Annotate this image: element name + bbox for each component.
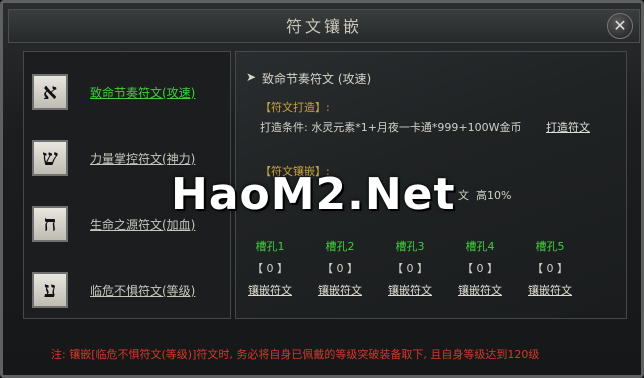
selected-rune-title: 致命节奏符文 (攻速) bbox=[262, 72, 372, 86]
inlay-button-4[interactable]: 镶嵌符文 bbox=[450, 282, 510, 298]
inlay-button-3[interactable]: 镶嵌符文 bbox=[380, 282, 440, 298]
rune-icon-1[interactable]: א bbox=[32, 74, 68, 110]
slot-name-1: 槽孔1 bbox=[255, 240, 285, 253]
title-bar: 符文镶嵌 ✕ bbox=[8, 9, 640, 43]
forge-rune-button[interactable]: 打造符文 bbox=[546, 119, 590, 135]
rune-icon-2[interactable]: ש bbox=[32, 140, 68, 176]
rune-item-1[interactable]: 致命节奏符文(攻速) bbox=[90, 84, 195, 101]
forge-section-label: 【符文打造】: bbox=[260, 101, 330, 114]
slot-value-5: 【 0 】 bbox=[532, 262, 568, 275]
slot-name-2: 槽孔2 bbox=[325, 240, 355, 253]
rune-icon-4[interactable]: ע bbox=[32, 272, 68, 308]
slot-name-4: 槽孔4 bbox=[465, 240, 495, 253]
forge-condition: 打造条件: 水灵元素*1+月夜一卡通*999+100W金币 bbox=[260, 121, 522, 134]
rune-inlay-window: 符文镶嵌 ✕ א 致命节奏符文(攻速) ש 力量掌控符文(神力) ח 生命之源符… bbox=[0, 0, 644, 378]
footer-note: 注: 镶嵌[临危不惧符文(等级)]符文时, 务必将自身已佩戴的等级突破装备取下,… bbox=[51, 348, 540, 361]
rune-item-4[interactable]: 临危不惧符文(等级) bbox=[90, 282, 195, 299]
inlay-button-1[interactable]: 镶嵌符文 bbox=[240, 282, 300, 298]
close-icon[interactable]: ✕ bbox=[607, 13, 633, 39]
slot-name-5: 槽孔5 bbox=[535, 240, 565, 253]
inlay-partial-pct: 高10% bbox=[476, 189, 512, 202]
inlay-button-5[interactable]: 镶嵌符文 bbox=[520, 282, 580, 298]
arrow-icon: ➤ bbox=[246, 70, 257, 84]
slot-value-3: 【 0 】 bbox=[392, 262, 428, 275]
rune-icon-3[interactable]: ח bbox=[32, 206, 68, 242]
slot-value-2: 【 0 】 bbox=[322, 262, 358, 275]
window-title: 符文镶嵌 bbox=[285, 17, 362, 36]
slot-value-4: 【 0 】 bbox=[462, 262, 498, 275]
slot-value-1: 【 0 】 bbox=[252, 262, 288, 275]
inlay-button-2[interactable]: 镶嵌符文 bbox=[310, 282, 370, 298]
watermark: HaoM2.Net bbox=[171, 169, 456, 220]
rune-item-2[interactable]: 力量掌控符文(神力) bbox=[90, 150, 195, 167]
inlay-partial-text: 文 bbox=[458, 189, 469, 202]
slot-name-3: 槽孔3 bbox=[395, 240, 425, 253]
